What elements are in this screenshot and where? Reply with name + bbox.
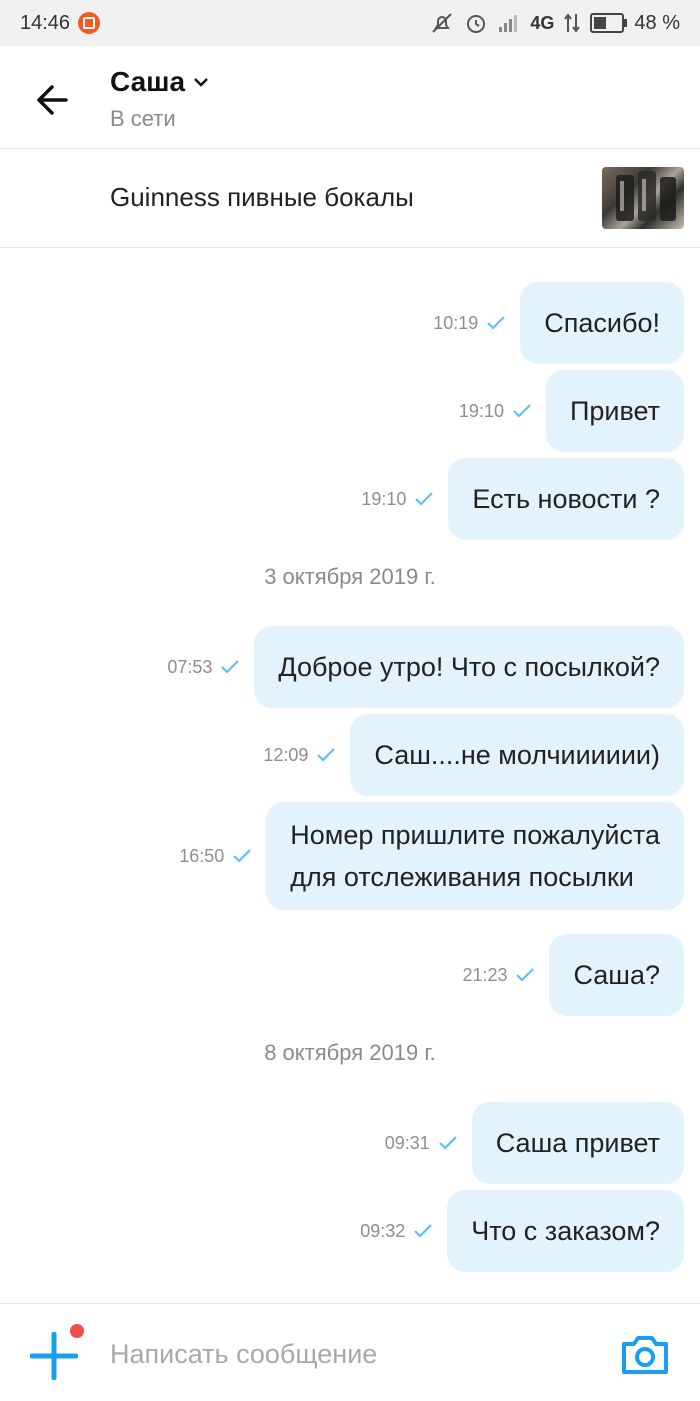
notification-dot [70,1324,84,1338]
composer-bar [0,1303,700,1401]
status-bar: 14:46 4G 48 % [0,0,700,46]
camera-button[interactable] [620,1332,670,1376]
message-time: 09:31 [384,1132,430,1153]
message-bubble[interactable]: Номер пришлите пожалуйста для отслеживани… [266,802,684,910]
notification-app-icon [78,12,101,34]
message-row: 09:31 Саша привет [385,1102,684,1184]
message-time: 19:10 [458,400,504,421]
signal-icon [498,13,520,33]
message-list[interactable]: 10:19 Спасибо! 19:10 Привет 19:10 Есть новост… [0,248,700,1303]
message-row: 12:09 Саш....не молчииииии) [263,714,684,796]
message-text: Саш....не молчииииии) [374,740,660,770]
add-attachment-button[interactable] [29,1331,79,1381]
message-row: 19:10 Привет [459,370,684,452]
message-text: Доброе утро! Что с посылкой? [278,652,660,682]
message-row: 21:23 Саша? [462,934,684,1016]
message-text: Что с заказом? [471,1216,660,1246]
message-text: Саша привет [495,1128,660,1158]
listing-title: Guinness пивные бокалы [110,182,414,212]
battery-percent: 48 % [634,11,680,34]
camera-icon [622,1336,668,1374]
sent-check-icon [233,849,252,863]
data-transfer-icon [564,12,581,34]
message-bubble[interactable]: Спасибо! [520,282,684,364]
contact-name: Саша [110,66,186,97]
message-meta: 21:23 [462,965,535,986]
contact-status: В сети [110,106,176,131]
message-text: Есть новости ? [472,484,660,514]
date-separator: 8 октября 2019 г. [264,1040,436,1065]
sent-check-icon [513,404,531,418]
message-row: 07:53 Доброе утро! Что с посылкой? [167,626,684,708]
message-meta: 12:09 [263,745,336,766]
sent-check-icon [516,968,535,982]
message-input[interactable] [108,1326,592,1382]
message-time: 10:19 [433,312,479,333]
message-bubble[interactable]: Саша привет [471,1102,684,1184]
sent-check-icon [414,1224,433,1238]
message-row: 16:50 Номер пришлите пожалуйста для отслеж… [179,802,684,910]
sent-check-icon [438,1136,457,1150]
listing-thumbnail[interactable] [602,167,684,229]
message-bubble[interactable]: Есть новости ? [448,458,684,540]
status-icons: 4G 48 % [430,11,680,35]
chat-header: Саша В сети [0,46,700,149]
message-meta: 09:32 [360,1221,433,1242]
message-time: 07:53 [167,656,213,677]
back-button[interactable] [30,80,76,120]
contact-name-dropdown[interactable]: Саша [110,66,209,98]
status-time: 14:46 [20,11,71,34]
plus-icon [29,1331,79,1381]
message-meta: 10:19 [433,313,506,334]
message-bubble[interactable]: Саша? [549,934,684,1016]
message-row: 09:32 Что с заказом? [360,1190,684,1272]
message-time: 16:50 [179,845,225,866]
message-meta: 07:53 [167,657,240,678]
message-text: Номер пришлите пожалуйста [290,820,660,850]
message-meta: 19:10 [361,489,434,510]
message-time: 19:10 [361,488,407,509]
date-separator: 3 октября 2019 г. [264,564,436,589]
alarm-icon [464,11,488,35]
message-text: Саша? [573,960,660,990]
mute-icon [430,11,454,35]
chevron-down-icon [194,78,208,87]
sent-check-icon [221,660,240,674]
message-row: 10:19 Спасибо! [433,282,684,364]
listing-bar[interactable]: Guinness пивные бокалы [0,149,700,248]
message-bubble[interactable]: Привет [545,370,684,452]
network-type: 4G [530,12,555,33]
message-meta: 19:10 [459,401,532,422]
message-bubble[interactable]: Саш....не молчииииии) [350,714,684,796]
message-text: для отслеживания посылки [290,862,634,892]
message-time: 09:32 [360,1220,406,1241]
message-bubble[interactable]: Что с заказом? [447,1190,684,1272]
message-bubble[interactable]: Доброе утро! Что с посылкой? [254,626,684,708]
sent-check-icon [415,492,434,506]
sent-check-icon [487,316,506,330]
message-meta: 09:31 [385,1133,458,1154]
message-meta: 16:50 [179,846,252,867]
message-text: Привет [569,396,660,426]
battery-icon [590,13,628,33]
message-row: 19:10 Есть новости ? [361,458,684,540]
message-time: 21:23 [462,964,508,985]
back-arrow-icon [37,85,68,115]
message-text: Спасибо! [544,308,660,338]
message-time: 12:09 [263,744,309,765]
sent-check-icon [317,748,336,762]
